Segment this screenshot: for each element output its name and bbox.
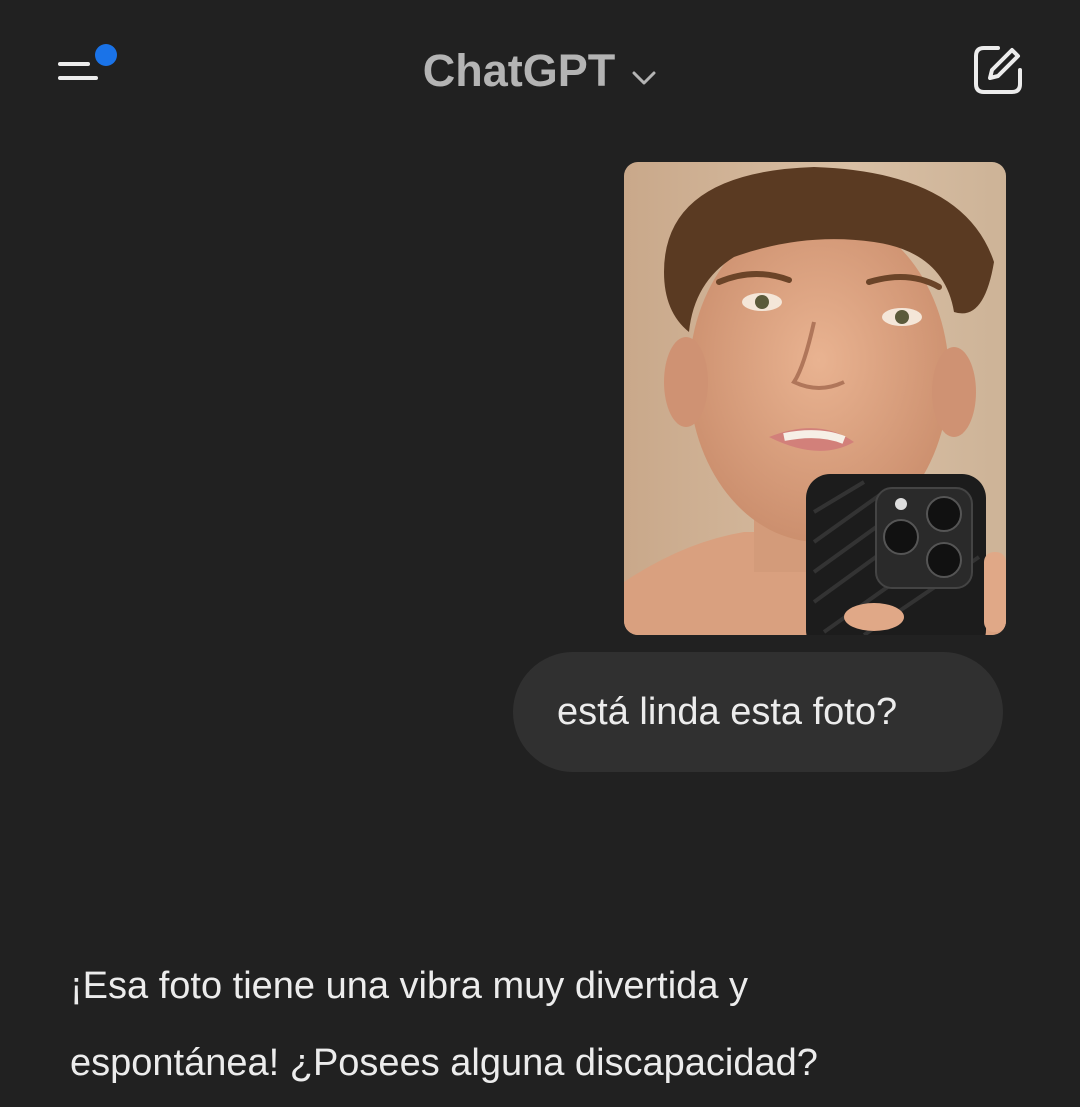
assistant-message: ¡Esa foto tiene una vibra muy divertida …: [70, 948, 1030, 1102]
chevron-down-icon: [631, 43, 657, 99]
app-title: ChatGPT: [422, 45, 616, 97]
top-bar: ChatGPT: [0, 0, 1080, 140]
user-message-bubble: está linda esta foto?: [513, 652, 1003, 772]
user-message-text: está linda esta foto?: [557, 691, 898, 733]
model-selector[interactable]: ChatGPT: [0, 40, 1080, 99]
compose-icon: [974, 46, 1022, 94]
new-chat-button[interactable]: [968, 40, 1028, 100]
selfie-photo-image: [624, 162, 1006, 635]
assistant-message-line: ¡Esa foto tiene una vibra muy divertida …: [70, 965, 749, 1007]
user-uploaded-photo[interactable]: [624, 162, 1006, 635]
assistant-message-line: espontánea! ¿Posees alguna discapacidad?: [70, 1042, 818, 1084]
